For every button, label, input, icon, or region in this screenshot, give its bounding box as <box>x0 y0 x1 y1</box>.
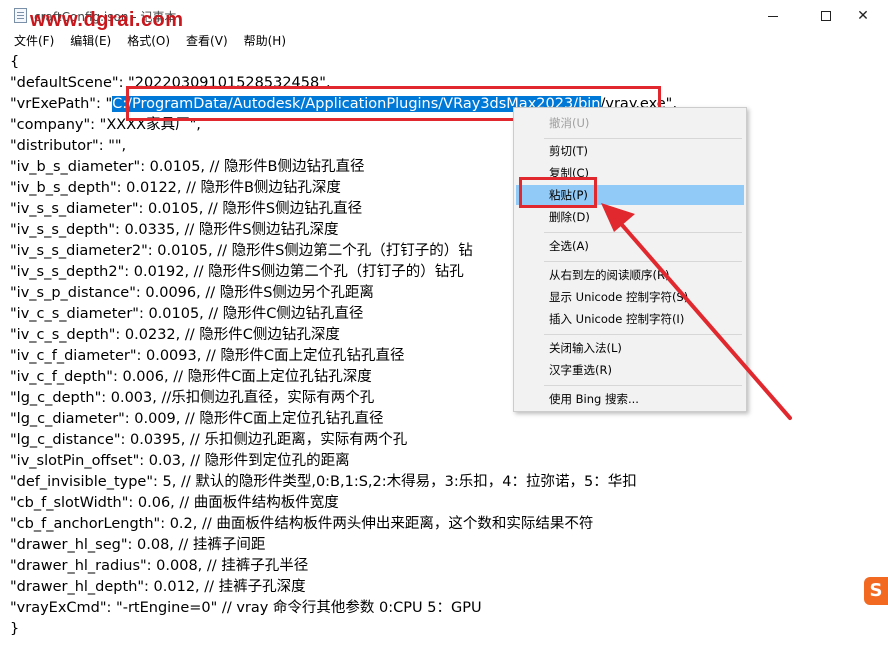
editor-line: "vrayExCmd": "-rtEngine=0" // vray 命令行其他… <box>10 600 482 616</box>
editor-line: "lg_c_diameter": 0.009, // 隐形件C面上定位孔钻孔直径 <box>10 411 384 427</box>
minimize-icon <box>768 15 778 17</box>
editor-line: "iv_s_s_diameter2": 0.0105, // 隐形件S侧边第二个… <box>10 243 473 259</box>
text-editor[interactable]: { "defaultScene": "20220309101528532458"… <box>0 52 888 658</box>
menu-file[interactable]: 文件(F) <box>6 32 62 51</box>
editor-line: "iv_c_f_depth": 0.006, // 隐形件C面上定位孔钻孔深度 <box>10 369 372 385</box>
context-menu: 撤消(U) 剪切(T) 复制(C) 粘贴(P) 删除(D) 全选(A) 从右到左… <box>513 107 747 412</box>
editor-line: } <box>10 621 20 637</box>
editor-line: "iv_b_s_diameter": 0.0105, // 隐形件B侧边钻孔直径 <box>10 159 365 175</box>
context-item-rtl-reading[interactable]: 从右到左的阅读顺序(R) <box>516 265 744 285</box>
context-separator <box>544 385 742 386</box>
editor-line: "drawer_hl_depth": 0.012, // 挂裤子孔深度 <box>10 579 306 595</box>
editor-line: "iv_s_s_depth2": 0.0192, // 隐形件S侧边第二个孔（打… <box>10 264 464 280</box>
editor-line: "drawer_hl_radius": 0.008, // 挂裤子孔半径 <box>10 558 309 574</box>
context-item-undo[interactable]: 撤消(U) <box>516 113 744 133</box>
notepad-icon <box>14 8 27 23</box>
editor-line: "def_invisible_type": 5, // 默认的隐形件类型,0:B… <box>10 474 637 490</box>
maximize-icon <box>821 11 831 21</box>
editor-line: "distributor": "", <box>10 138 127 154</box>
editor-line: "iv_s_s_depth": 0.0335, // 隐形件S侧边钻孔深度 <box>10 222 339 238</box>
close-button[interactable]: ✕ <box>840 0 886 32</box>
editor-line: "cb_f_anchorLength": 0.2, // 曲面板件结构板件两头伸… <box>10 516 594 532</box>
title-bar: craftConfig.json - 记事本 www.dgrai.com ✕ <box>0 0 888 32</box>
editor-line: "iv_c_f_diameter": 0.0093, // 隐形件C面上定位孔钻… <box>10 348 405 364</box>
context-item-copy[interactable]: 复制(C) <box>516 163 744 183</box>
side-badge[interactable]: S <box>864 577 888 605</box>
editor-line: { <box>10 54 20 70</box>
context-item-reconversion[interactable]: 汉字重选(R) <box>516 360 744 380</box>
editor-line: "company": "XXXX家具厂", <box>10 117 201 133</box>
line-prefix: "vrExePath": " <box>10 96 113 112</box>
context-item-select-all[interactable]: 全选(A) <box>516 236 744 256</box>
close-icon: ✕ <box>857 8 869 24</box>
menu-bar: 文件(F) 编辑(E) 格式(O) 查看(V) 帮助(H) <box>0 32 888 51</box>
menu-help[interactable]: 帮助(H) <box>236 32 294 51</box>
context-item-insert-unicode[interactable]: 插入 Unicode 控制字符(I) <box>516 309 744 329</box>
context-separator <box>544 138 742 139</box>
editor-line: "iv_c_s_depth": 0.0232, // 隐形件C侧边钻孔深度 <box>10 327 340 343</box>
editor-line: "lg_c_distance": 0.0395, // 乐扣侧边孔距离，实际有两… <box>10 432 408 448</box>
editor-line: "iv_c_s_diameter": 0.0105, // 隐形件C侧边钻孔直径 <box>10 306 364 322</box>
editor-line: "lg_c_depth": 0.003, //乐扣侧边孔直径，实际有两个孔 <box>10 390 375 406</box>
context-item-delete[interactable]: 删除(D) <box>516 207 744 227</box>
menu-edit[interactable]: 编辑(E) <box>62 32 119 51</box>
minimize-button[interactable] <box>750 0 796 32</box>
watermark: www.dgrai.com <box>30 9 184 31</box>
editor-line: "iv_s_s_diameter": 0.0105, // 隐形件S侧边钻孔直径 <box>10 201 363 217</box>
editor-line: "iv_s_p_distance": 0.0096, // 隐形件S侧边另个孔距… <box>10 285 374 301</box>
context-item-paste[interactable]: 粘贴(P) <box>516 185 744 205</box>
editor-line: "defaultScene": "20220309101528532458", <box>10 75 331 91</box>
menu-format[interactable]: 格式(O) <box>119 32 178 51</box>
context-item-cut[interactable]: 剪切(T) <box>516 141 744 161</box>
context-item-show-unicode[interactable]: 显示 Unicode 控制字符(S) <box>516 287 744 307</box>
editor-line: "drawer_hl_seg": 0.08, // 挂裤子间距 <box>10 537 266 553</box>
context-separator <box>544 261 742 262</box>
editor-line: "iv_b_s_depth": 0.0122, // 隐形件B侧边钻孔深度 <box>10 180 341 196</box>
context-separator <box>544 334 742 335</box>
context-item-close-ime[interactable]: 关闭输入法(L) <box>516 338 744 358</box>
context-item-bing-search[interactable]: 使用 Bing 搜索... <box>516 389 744 409</box>
context-separator <box>544 232 742 233</box>
menu-view[interactable]: 查看(V) <box>178 32 236 51</box>
editor-line: "iv_slotPin_offset": 0.03, // 隐形件到定位孔的距离 <box>10 453 350 469</box>
editor-line: "cb_f_slotWidth": 0.06, // 曲面板件结构板件宽度 <box>10 495 339 511</box>
